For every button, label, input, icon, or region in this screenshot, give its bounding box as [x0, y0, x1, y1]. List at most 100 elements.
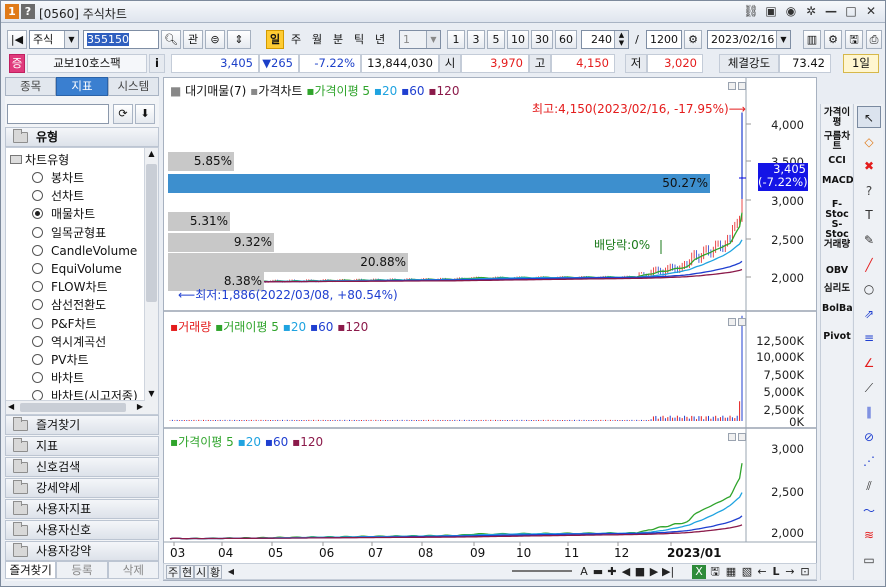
scroll-thumb[interactable]: [146, 164, 157, 302]
indicator-tool[interactable]: 구름차트: [822, 132, 852, 152]
scroll-left-icon[interactable]: ◀: [8, 402, 14, 411]
legend-vol-ma20[interactable]: 20: [291, 320, 306, 334]
legend-vol-ma120[interactable]: 120: [345, 320, 368, 334]
indicator-tool[interactable]: 심리도: [822, 284, 852, 294]
radio-icon[interactable]: [32, 317, 43, 329]
interval-select[interactable]: 1 ▼: [399, 30, 441, 49]
tong-button[interactable]: ⊜: [205, 30, 225, 49]
chart-type-item[interactable]: 매물차트: [32, 205, 95, 223]
help-badge[interactable]: ?: [21, 4, 35, 19]
window-number-badge[interactable]: 1: [5, 4, 19, 19]
period-tick[interactable]: 틱: [349, 30, 369, 49]
group-header[interactable]: 지표: [5, 436, 159, 456]
radio-icon[interactable]: [32, 190, 43, 202]
indicator-tool[interactable]: OBV: [822, 266, 852, 276]
group-header[interactable]: 즐겨찾기: [5, 415, 159, 435]
scroll-up-icon[interactable]: ▲: [146, 149, 157, 161]
close-icon[interactable]: ✕: [863, 3, 879, 20]
chart-type-item[interactable]: 바차트: [32, 369, 84, 387]
chart-type-item[interactable]: 선차트: [32, 187, 84, 205]
tab-stock[interactable]: 종목: [5, 77, 57, 96]
updown-spinner[interactable]: ⇕: [227, 30, 251, 49]
scroll-left-icon[interactable]: ◀: [226, 565, 236, 579]
legend-ma-pane-5[interactable]: 가격이평 5: [178, 435, 234, 449]
legend-vol-ma60[interactable]: 60: [318, 320, 333, 334]
bar-count-stepper[interactable]: 240 ▲ ▼: [581, 30, 629, 49]
scroll-right-icon[interactable]: ▶: [137, 402, 143, 411]
cycle-icon[interactable]: ⊘: [857, 426, 881, 448]
tree-vertical-scrollbar[interactable]: ▲ ▼: [144, 148, 158, 414]
bottom-tab-hyeon[interactable]: 현: [180, 565, 194, 579]
delete-icon[interactable]: ✖: [857, 155, 881, 177]
delete-button[interactable]: 삭제: [107, 561, 159, 579]
radio-icon[interactable]: [32, 172, 43, 183]
channel-icon[interactable]: ≡: [857, 327, 881, 349]
quick-count-1[interactable]: 1: [447, 30, 465, 49]
date-select[interactable]: 2023/02/16 ▼: [707, 30, 791, 49]
chart-type-item[interactable]: PV차트: [32, 351, 89, 369]
excel-icon[interactable]: X: [692, 565, 706, 579]
kwan-button[interactable]: 관: [183, 30, 203, 49]
left-arrow-icon[interactable]: ←: [756, 565, 768, 579]
indicator-tool[interactable]: MACD: [822, 176, 854, 186]
auto-icon[interactable]: ≋: [857, 524, 881, 546]
tree-horizontal-scrollbar[interactable]: ◀ ▶: [6, 400, 145, 414]
legend-ma60[interactable]: 60: [409, 84, 424, 98]
next-icon[interactable]: ▶: [648, 565, 660, 579]
indicator-tool[interactable]: 가격이평: [822, 108, 852, 128]
tree-root[interactable]: 차트유형: [10, 151, 69, 168]
group-header[interactable]: 사용자강약: [5, 541, 159, 561]
bottom-tab-hwang[interactable]: 황: [208, 565, 222, 579]
tab-indicator[interactable]: 지표: [56, 77, 108, 96]
chart-type-item[interactable]: 삼선전환도: [32, 296, 106, 314]
pane-close-icon[interactable]: [738, 82, 746, 90]
quick-count-30[interactable]: 30: [531, 30, 553, 49]
legend-ma-pane-60[interactable]: 60: [273, 435, 288, 449]
eraser-icon[interactable]: ◇: [857, 131, 881, 153]
cursor-icon[interactable]: ↖: [857, 106, 881, 128]
radio-icon[interactable]: [32, 281, 43, 293]
minimize-icon[interactable]: —: [823, 3, 839, 20]
search-icon[interactable]: 🔍︎: [161, 30, 181, 49]
indicator-tool[interactable]: Pivot: [822, 332, 852, 342]
gann-icon[interactable]: ∠: [857, 352, 881, 374]
paint-icon[interactable]: ✎: [857, 229, 881, 251]
zoom-out-icon[interactable]: ▬: [592, 565, 604, 579]
save-icon[interactable]: 🖫: [708, 565, 722, 579]
quick-count-60[interactable]: 60: [555, 30, 577, 49]
bottom-tab-ju[interactable]: 주: [166, 565, 180, 579]
chart-area[interactable]: ■ 대기매물(7) ▪가격차트 ▪가격이평 5 ▪20 ▪60 ▪120 5.8…: [163, 77, 817, 581]
radio-icon[interactable]: [32, 208, 43, 220]
legend-vol-ma5[interactable]: 거래이평 5: [223, 320, 279, 334]
indicator-tool[interactable]: S-Stoc: [822, 220, 852, 240]
pane-minimize-icon[interactable]: [728, 318, 736, 326]
info-icon[interactable]: i: [149, 54, 165, 73]
right-arrow-icon[interactable]: →: [784, 565, 796, 579]
tab-system[interactable]: 시스템: [107, 77, 159, 96]
zoom-slider[interactable]: [509, 565, 575, 579]
indicator-search-input[interactable]: [7, 104, 109, 124]
indicator-tool[interactable]: CCI: [822, 156, 852, 166]
text-icon[interactable]: T: [857, 204, 881, 226]
scroll-down-icon[interactable]: ▼: [146, 389, 157, 401]
legend-ma-pane-120[interactable]: 120: [300, 435, 323, 449]
stepper-icon[interactable]: ▲ ▼: [614, 31, 628, 48]
gear-icon[interactable]: ✲: [803, 3, 819, 20]
image-icon[interactable]: ▧: [740, 565, 754, 579]
prev-icon[interactable]: ◀: [620, 565, 632, 579]
indicator-tool[interactable]: F-Stoc: [822, 200, 852, 220]
settings-small-icon[interactable]: ⚙: [684, 30, 702, 49]
question-icon[interactable]: ?: [857, 180, 881, 202]
legend-ma20[interactable]: 20: [382, 84, 397, 98]
legend-ma5[interactable]: 가격이평 5: [314, 84, 370, 98]
parallel-icon[interactable]: ∥: [857, 401, 881, 423]
group-header[interactable]: 사용자신호: [5, 520, 159, 540]
chart-type-item[interactable]: 일목균형표: [32, 224, 106, 242]
chart-type-item[interactable]: 역시계곡선: [32, 333, 106, 351]
legend-volume-profile[interactable]: 대기매물(7): [185, 84, 246, 98]
stock-code-input[interactable]: 355150: [83, 30, 159, 49]
line-icon[interactable]: ╱: [857, 254, 881, 276]
pane-close-icon[interactable]: [738, 318, 746, 326]
period-week[interactable]: 주: [286, 30, 306, 49]
group-header[interactable]: 사용자지표: [5, 499, 159, 519]
